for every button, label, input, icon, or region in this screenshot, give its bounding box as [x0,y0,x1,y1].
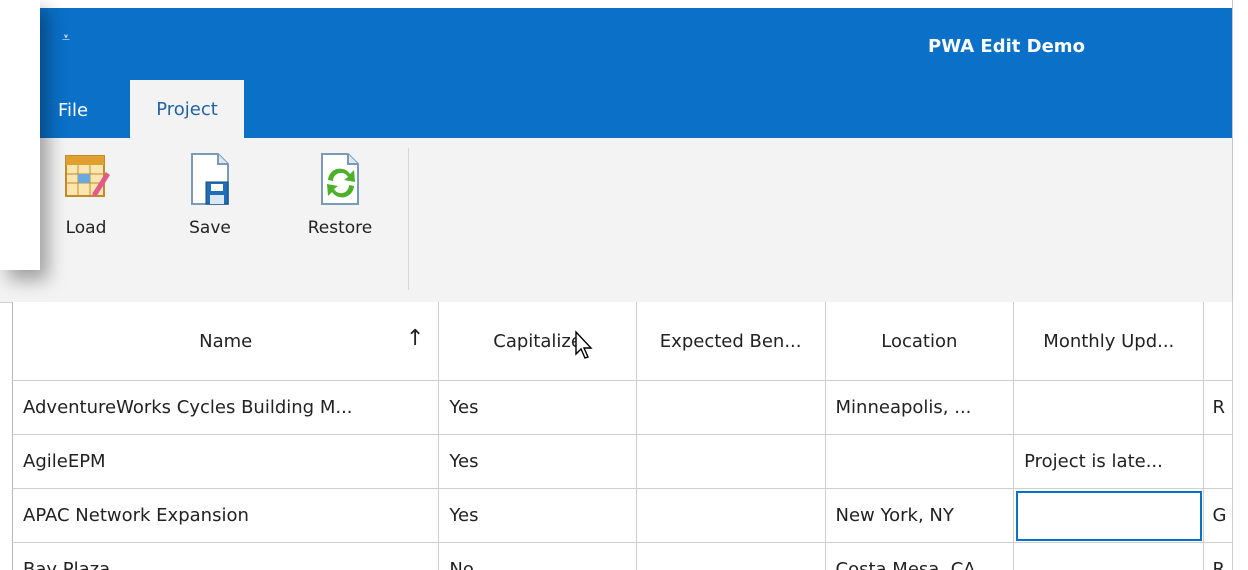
column-monthly-label: Monthly Upd... [1043,330,1175,352]
save-label: Save [189,218,231,238]
cell-location[interactable]: Minneapolis, ... [825,380,1015,435]
load-label: Load [65,218,107,238]
ribbon-separator [408,148,409,290]
cell-location[interactable]: Costa Mesa, CA [825,542,1015,570]
cell-next[interactable]: G [1203,488,1233,543]
column-header-next[interactable] [1203,302,1233,381]
cell-expected[interactable] [636,434,826,489]
cell-capitalize[interactable]: Yes [438,488,637,543]
screenshot-stage: PWA Edit Demo ⩡ File Project Load Save R… [0,0,1248,570]
column-header-monthly[interactable]: Monthly Upd... [1013,302,1205,381]
save-button[interactable]: Save [160,150,260,260]
restore-label: Restore [307,218,373,238]
cell-expected[interactable] [636,488,826,543]
table-row[interactable]: APAC Network Expansion Yes New York, NY … [13,488,1233,543]
cell-monthly[interactable] [1013,542,1205,570]
cell-capitalize[interactable]: Yes [438,380,637,435]
column-header-location[interactable]: Location [825,302,1015,381]
project-grid: Name ↑ Capitalize Expected Ben... Locati… [12,302,1233,570]
cell-name[interactable]: AdventureWorks Cycles Building M... [13,380,440,435]
sort-ascending-icon: ↑ [405,326,425,351]
cell-expected[interactable] [636,380,826,435]
tab-project-label: Project [156,98,218,120]
calendar-edit-icon [65,155,110,197]
cell-capitalize[interactable]: No [438,542,637,570]
restore-button[interactable]: Restore [290,150,390,260]
cell-monthly[interactable]: Project is late... [1013,434,1205,489]
column-header-expected[interactable]: Expected Ben... [636,302,826,381]
cell-capitalize[interactable]: Yes [438,434,637,489]
load-button[interactable]: Load [36,150,136,260]
quick-access-dropdown-icon[interactable]: ⩡ [62,30,70,46]
window-title: PWA Edit Demo [928,36,1085,57]
cell-next[interactable]: R [1203,380,1233,435]
cell-name[interactable]: AgileEPM [13,434,440,489]
cell-monthly[interactable] [1013,380,1205,435]
column-capitalize-label: Capitalize [493,330,582,352]
table-row[interactable]: AdventureWorks Cycles Building M... Yes … [13,380,1233,435]
cell-next[interactable]: R [1203,542,1233,570]
cell-location[interactable]: New York, NY [825,488,1015,543]
table-row[interactable]: AgileEPM Yes Project is late... [13,434,1233,489]
cell-name[interactable]: Bay Plaza [13,542,440,570]
column-header-name[interactable]: Name ↑ [13,302,440,381]
table-header-row: Name ↑ Capitalize Expected Ben... Locati… [13,302,1233,381]
cell-expected[interactable] [636,542,826,570]
tab-file[interactable]: File [58,82,88,138]
column-header-capitalize[interactable]: Capitalize [438,302,637,381]
cell-next[interactable] [1203,434,1233,489]
tab-file-label: File [58,99,89,121]
overlay-window-edge [0,0,40,270]
cell-name[interactable]: APAC Network Expansion [13,488,440,543]
refresh-document-icon [321,153,359,205]
save-document-icon [191,153,229,205]
column-expected-label: Expected Ben... [659,330,802,352]
cell-monthly-selected[interactable] [1013,488,1205,543]
column-location-label: Location [881,330,958,352]
mouse-cursor-icon [575,330,593,359]
tab-project[interactable]: Project [130,80,244,138]
table-row[interactable]: Bay Plaza No Costa Mesa, CA R [13,542,1233,570]
column-name-label: Name [199,330,253,352]
project-table: Name ↑ Capitalize Expected Ben... Locati… [13,302,1233,570]
cell-location[interactable] [825,434,1015,489]
